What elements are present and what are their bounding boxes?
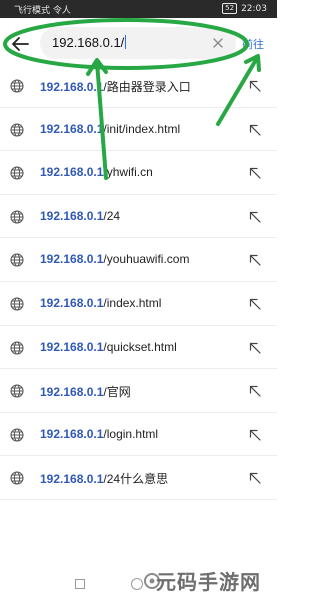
fill-suggestion-arrow-icon[interactable] [248,384,262,398]
suggestion-item[interactable]: 192.168.0.1/login.html [0,413,277,457]
status-time: 22:03 [241,3,267,14]
suggestion-prefix: 192.168.0.1 [40,339,104,354]
globe-icon [10,253,24,267]
back-button[interactable] [6,30,34,58]
fill-suggestion-arrow-icon[interactable] [248,253,262,267]
globe-icon [10,428,24,442]
suggestion-suffix: /quickset.html [103,339,177,354]
suggestion-text: 192.168.0.1/quickset.html [40,340,177,354]
suggestion-text: 192.168.0.1/login.html [40,427,158,441]
suggestion-prefix: 192.168.0.1 [40,295,104,310]
suggestion-prefix: 192.168.0.1 [40,252,104,267]
suggestion-prefix: 192.168.0.1 [40,165,104,180]
suggestion-prefix: 192.168.0.1 [40,385,104,400]
suggestion-prefix: 192.168.0.1 [40,121,104,136]
suggestion-item[interactable]: 192.168.0.1/quickset.html [0,326,277,370]
suggestion-suffix: /24什么意思 [103,472,169,487]
suggestion-item[interactable]: 192.168.0.1/24 [0,195,277,239]
suggestion-text: 192.168.0.1/yhwifi.cn [40,165,153,179]
back-arrow-icon [12,37,29,51]
suggestion-suffix: /路由器登录入口 [103,80,191,94]
status-bar: 飞行模式 令人 52 22:03 [0,0,277,18]
suggestion-text: 192.168.0.1/index.html [40,296,161,310]
go-button[interactable]: 前往 [242,36,264,52]
text-caret [125,35,127,49]
suggestion-text: 192.168.0.1/24 [40,209,120,223]
suggestion-text: 192.168.0.1/官网 [40,383,131,400]
status-left-text: 飞行模式 令人 [14,6,71,16]
recent-apps-button[interactable] [75,579,85,589]
suggestion-suffix: /yhwifi.cn [103,165,153,180]
globe-icon [10,166,24,180]
fill-suggestion-arrow-icon[interactable] [248,428,262,442]
globe-icon [10,79,24,93]
address-bar: 192.168.0.1/ 前往 [0,18,277,70]
clear-button[interactable] [210,35,226,51]
suggestion-text: 192.168.0.1/init/index.html [40,122,180,136]
suggestion-list: 192.168.0.1/路由器登录入口 192.168.0.1/init/inde… [0,64,277,500]
globe-icon [10,384,24,398]
suggestion-item[interactable]: 192.168.0.1/init/index.html [0,108,277,152]
battery-icon: 52 [222,3,238,14]
suggestion-suffix: /login.html [103,426,159,441]
fill-suggestion-arrow-icon[interactable] [248,341,262,355]
fill-suggestion-arrow-icon[interactable] [248,123,262,137]
suggestion-item[interactable]: 192.168.0.1/yhwifi.cn [0,151,277,195]
suggestion-prefix: 192.168.0.1 [40,426,104,441]
suggestion-prefix: 192.168.0.1 [40,80,104,94]
fill-suggestion-arrow-icon[interactable] [248,471,262,485]
suggestion-suffix: /24 [103,208,121,223]
suggestion-item[interactable]: 192.168.0.1/官网 [0,369,277,413]
fill-suggestion-arrow-icon[interactable] [248,166,262,180]
suggestion-suffix: /index.html [103,295,162,310]
suggestion-suffix: /官网 [103,385,131,400]
globe-icon [10,341,24,355]
suggestion-item[interactable]: 192.168.0.1/youhuawifi.com [0,238,277,282]
fill-suggestion-arrow-icon[interactable] [248,210,262,224]
globe-icon [10,471,24,485]
suggestion-suffix: /youhuawifi.com [103,252,190,267]
home-button[interactable] [131,578,143,590]
globe-icon [10,210,24,224]
globe-icon [10,123,24,137]
suggestion-item[interactable]: 192.168.0.1/24什么意思 [0,456,277,500]
suggestion-item[interactable]: 192.168.0.1/路由器登录入口 [0,64,277,108]
url-input[interactable]: 192.168.0.1/ [40,27,236,59]
suggestion-prefix: 192.168.0.1 [40,208,104,223]
suggestion-suffix: /init/index.html [103,121,181,136]
fill-suggestion-arrow-icon[interactable] [248,79,262,93]
url-input-value: 192.168.0.1/ [52,35,125,50]
suggestion-item[interactable]: 192.168.0.1/index.html [0,282,277,326]
globe-icon [10,297,24,311]
clear-icon [213,38,223,48]
suggestion-text: 192.168.0.1/youhuawifi.com [40,252,189,266]
fill-suggestion-arrow-icon[interactable] [248,297,262,311]
suggestion-text: 192.168.0.1/路由器登录入口 [40,78,191,95]
status-right: 52 22:03 [222,3,267,14]
suggestion-text: 192.168.0.1/24什么意思 [40,470,168,487]
watermark-text: 元码手游网 [156,570,261,594]
suggestion-prefix: 192.168.0.1 [40,472,104,487]
